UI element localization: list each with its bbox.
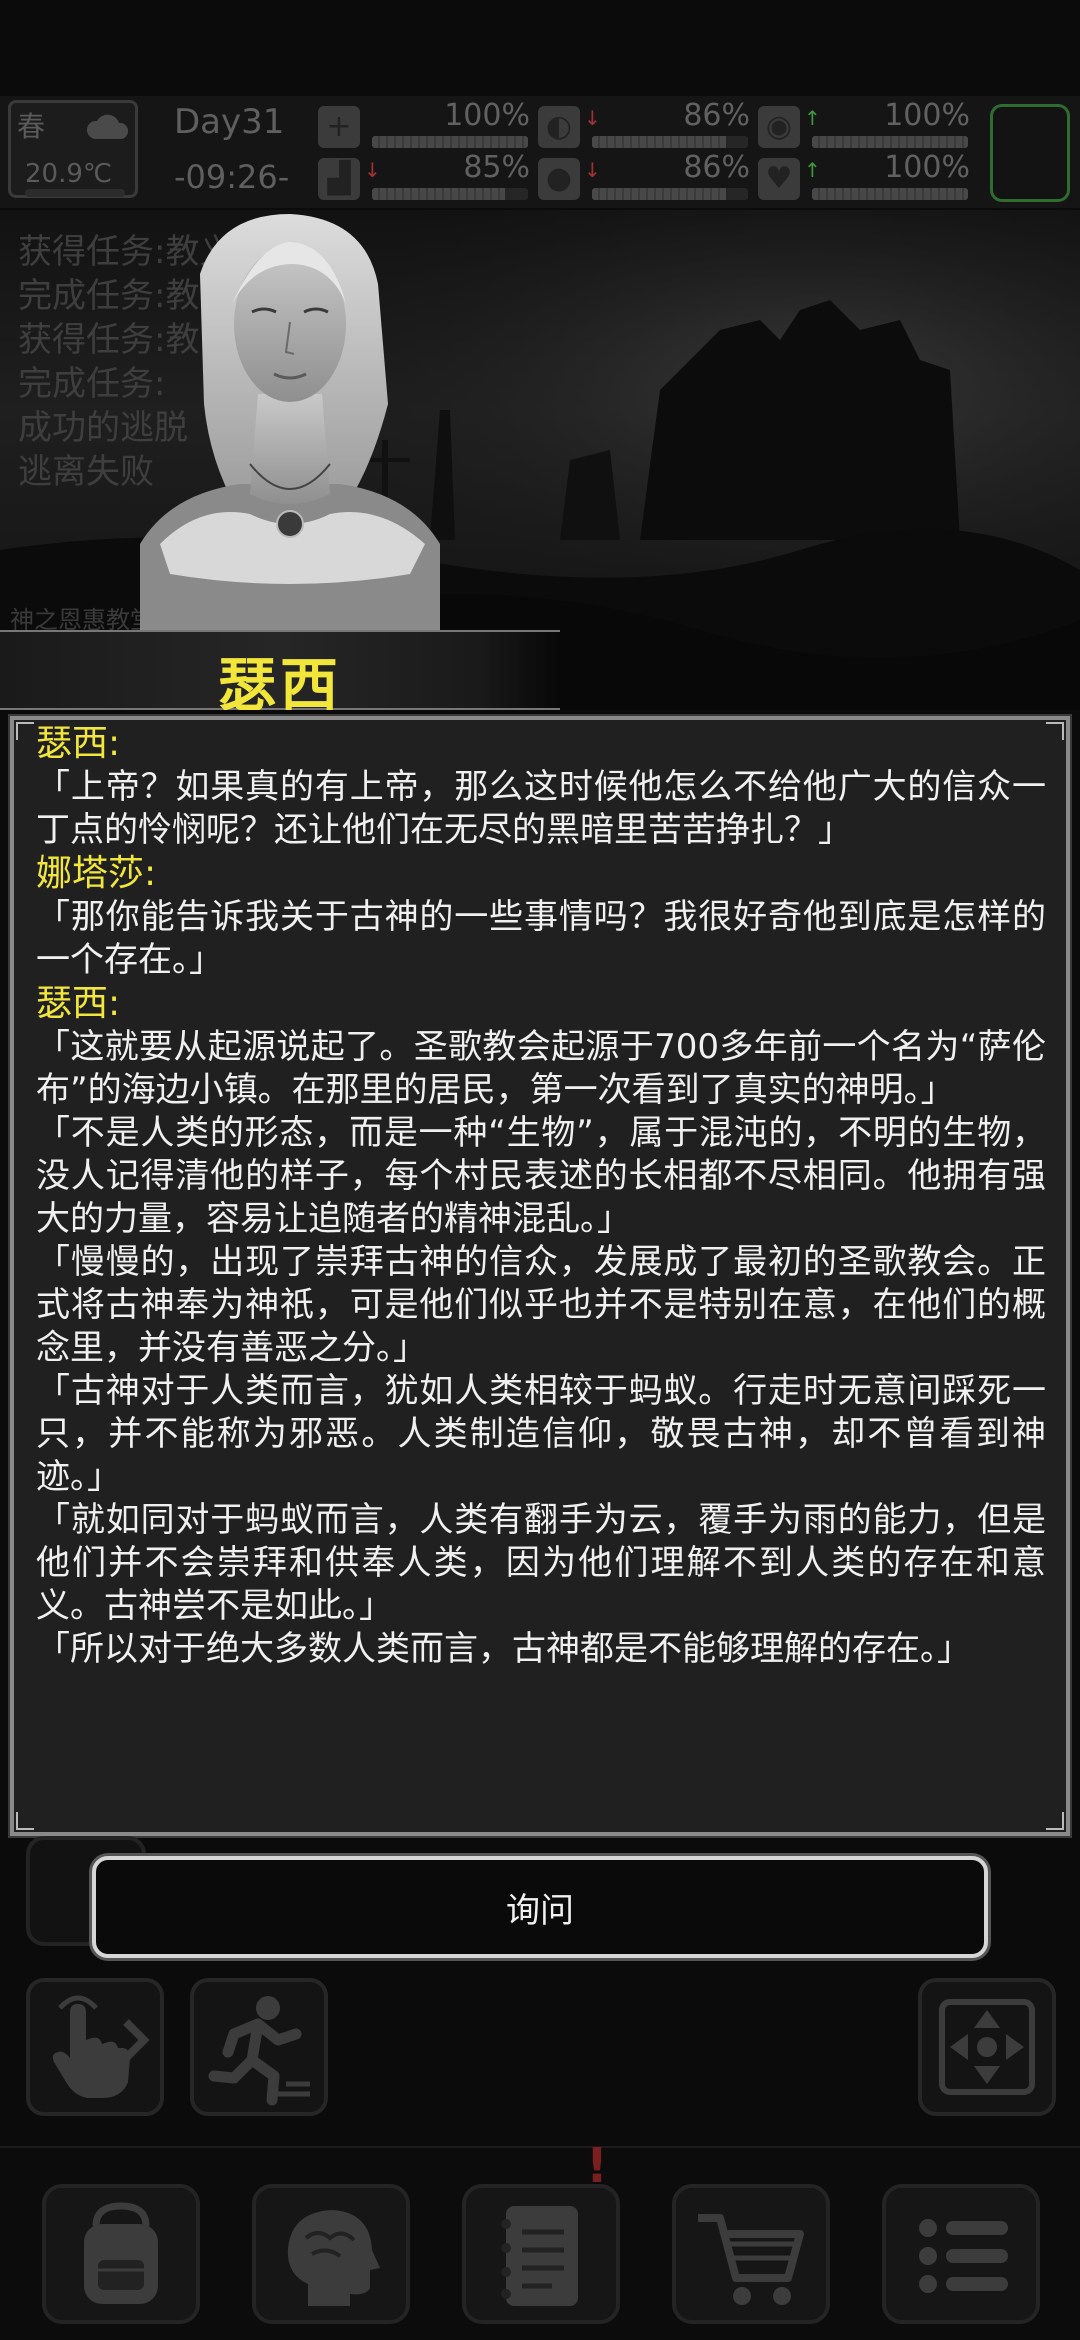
dialog-line: 「这就要从起源说起了。圣歌教会起源于700多年前一个名为“萨伦布”的海边小镇。在… — [36, 1027, 1046, 1110]
journal-alert-badge: ! — [586, 2138, 608, 2194]
quick-slot-button[interactable] — [990, 104, 1070, 202]
dialog-line: 「就如同对于蚂蚁而言，人类有翻手为云，覆手为雨的能力，但是他们并不会崇拜和供奉人… — [36, 1500, 1046, 1626]
stat-health[interactable]: +100% — [318, 98, 538, 152]
season-weather-panel[interactable]: 春 20.9℃ — [8, 100, 138, 198]
face-mask-icon: ◉ — [758, 106, 800, 148]
water-drop-icon: ● — [538, 158, 580, 200]
stat-value: 100% — [884, 150, 970, 185]
dialog-panel[interactable]: 瑟西: 「上帝？如果真的有上帝，那么这时候他怎么不给他广大的信众一丁点的怜悯呢？… — [8, 714, 1072, 1838]
npc-portrait — [140, 214, 440, 634]
status-bar: 春 20.9℃ Day31 -09:26- +100% ◐ ↓ 86% ◉ ↑ 100% ▟ ↓… — [0, 96, 1080, 208]
dialog-line: 「慢慢的，出现了崇拜古神的信众，发展成了最初的圣歌教会。正式将古神奉为神祇，可是… — [36, 1242, 1046, 1368]
notebook-icon — [501, 2206, 578, 2306]
stat-value: 100% — [444, 98, 530, 133]
run-button[interactable] — [190, 1978, 328, 2116]
stat-bar — [592, 136, 748, 148]
tab-inventory[interactable] — [42, 2184, 200, 2324]
arrow-up-icon: ↑ — [804, 158, 821, 182]
directional-pad-icon — [939, 1999, 1035, 2095]
dialog-line: 「所以对于绝大多数人类而言，古神都是不能够理解的存在。」 — [36, 1629, 971, 1669]
stat-bar-fill — [372, 136, 528, 148]
cloud-icon — [86, 114, 129, 139]
dialog-line: 「古神对于人类而言，犹如人类相较于蚂蚁。行走时无意间踩死一只，并不能称为邪恶。人… — [36, 1371, 1046, 1497]
season-label: 春 — [17, 110, 46, 143]
arrow-down-icon: ↓ — [584, 158, 601, 182]
stat-thirst[interactable]: ● ↓ 86% — [538, 150, 758, 204]
boot-icon: ▟ — [318, 158, 360, 200]
menu-list-icon — [919, 2219, 1008, 2293]
npc-name: 瑟西 — [218, 651, 343, 710]
arrow-up-icon: ↑ — [804, 106, 821, 130]
bottom-navigation: ! — [0, 2138, 1080, 2340]
tab-shop[interactable] — [672, 2184, 830, 2324]
scene-view: 获得任务:教义 完成任务:教 获得任务:教 完成任务: 成功的逃脱 逃离失败 神… — [0, 210, 1080, 710]
stat-hunger[interactable]: ◐ ↓ 86% — [538, 98, 758, 152]
stat-bar-fill — [812, 188, 968, 200]
frame-corner — [16, 1812, 34, 1830]
dialog-line: 「上帝？如果真的有上帝，那么这时候他怎么不给他广大的信众一丁点的怜悯呢？还让他们… — [36, 767, 1046, 850]
day-time-panel: Day31 -09:26- — [160, 96, 310, 204]
stat-bar — [372, 136, 528, 148]
shopping-cart-icon — [698, 2214, 804, 2305]
stomach-icon: ◐ — [538, 106, 580, 148]
stat-stamina[interactable]: ▟ ↓ 85% — [318, 150, 538, 204]
stat-value: 86% — [683, 98, 750, 133]
stat-value: 100% — [884, 98, 970, 133]
dialog-line: 「那你能告诉我关于古神的一些事情吗？我很好奇他到底是怎样的一个存在。」 — [36, 897, 1046, 980]
ask-button[interactable]: 询问 — [92, 1856, 988, 1958]
dialog-line: 「不是人类的形态，而是一种“生物”，属于混沌的，不明的生物，没人记得清他的样子，… — [36, 1113, 1046, 1239]
stat-bar — [592, 188, 748, 200]
frame-corner — [16, 722, 34, 740]
stat-value: 85% — [463, 150, 530, 185]
stat-spirit[interactable]: ♥ ↑ 100% — [758, 150, 978, 204]
stat-bar-fill — [592, 136, 727, 148]
temperature-readout: 20.9℃ — [25, 159, 113, 189]
frame-corner — [1046, 1812, 1064, 1830]
interact-button[interactable] — [26, 1978, 164, 2116]
stat-bar-fill — [812, 136, 968, 148]
first-aid-icon: + — [318, 106, 360, 148]
speaker-name: 瑟西: — [36, 983, 121, 1024]
heart-icon: ♥ — [758, 158, 800, 200]
game-clock: -09:26- — [174, 158, 290, 196]
npc-name-banner: 瑟西 — [0, 630, 560, 710]
backpack-icon — [84, 2202, 158, 2304]
stat-bar — [812, 136, 968, 148]
stat-bar-fill — [592, 188, 727, 200]
tap-hand-icon — [52, 1995, 150, 2098]
stat-bar — [372, 188, 528, 200]
tab-journal[interactable] — [462, 2184, 620, 2324]
brain-icon — [287, 2210, 380, 2306]
stat-value: 86% — [683, 150, 750, 185]
dialog-text: 瑟西: 「上帝？如果真的有上帝，那么这时候他怎么不给他广大的信众一丁点的怜悯呢？… — [36, 722, 1046, 1671]
stat-bar-fill — [372, 188, 505, 200]
day-counter: Day31 — [174, 102, 285, 142]
arrow-down-icon: ↓ — [584, 106, 601, 130]
running-man-icon — [208, 1996, 310, 2106]
stat-bar — [812, 188, 968, 200]
arrow-down-icon: ↓ — [364, 158, 381, 182]
stat-mood[interactable]: ◉ ↑ 100% — [758, 98, 978, 152]
frame-corner — [1046, 722, 1064, 740]
speaker-name: 瑟西: — [36, 723, 121, 764]
move-button[interactable] — [918, 1978, 1056, 2116]
tab-skills[interactable] — [252, 2184, 410, 2324]
speaker-name: 娜塔莎: — [36, 853, 157, 894]
tab-menu[interactable] — [882, 2184, 1040, 2324]
temperature-bar — [25, 189, 125, 197]
